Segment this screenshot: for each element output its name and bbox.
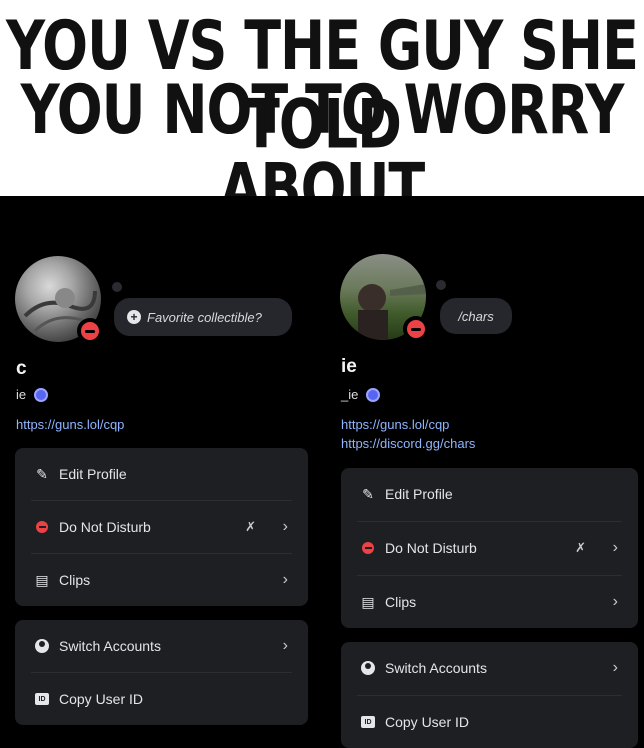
username: _ie <box>341 387 359 402</box>
pencil-icon: ✎ <box>362 485 374 502</box>
status-bubble-text: Favorite collectible? <box>147 309 262 325</box>
edit-profile-item[interactable]: ✎ Edit Profile <box>15 448 308 500</box>
chevron-right-icon: › <box>612 593 618 610</box>
do-not-disturb-item[interactable]: Do Not Disturb ✗ › <box>15 501 308 553</box>
meme-caption: YOU VS THE GUY SHE TOLD YOU NOT TO WORRY… <box>0 0 644 228</box>
clips-label: Clips <box>385 594 417 610</box>
switch-accounts-item[interactable]: Switch Accounts › <box>341 642 638 694</box>
profile-link[interactable]: https://guns.lol/cqp <box>16 417 124 432</box>
status-bubble-text: /chars <box>458 308 494 324</box>
user-circle-icon <box>360 660 376 676</box>
do-not-disturb-label: Do Not Disturb <box>59 519 151 535</box>
username: ie <box>16 387 27 402</box>
profile-link[interactable]: https://guns.lol/cqp <box>341 417 449 432</box>
status-bubble[interactable]: + Favorite collectible? <box>114 298 292 336</box>
display-name: ie <box>341 356 357 377</box>
username-row: _ie <box>341 387 381 402</box>
clips-item[interactable]: ▤ Clips › <box>341 576 638 628</box>
bubble-dot <box>436 280 446 290</box>
edit-profile-label: Edit Profile <box>59 466 127 482</box>
switch-accounts-item[interactable]: Switch Accounts › <box>15 620 308 672</box>
user-circle-icon <box>34 638 50 654</box>
copy-user-id-item[interactable]: ID Copy User ID <box>341 696 638 748</box>
clapperboard-icon: ▤ <box>35 571 49 588</box>
username-row: ie <box>16 387 49 402</box>
right-profile-panel: /chars ie _ie https://guns.lol/cqp https… <box>322 196 644 748</box>
id-icon: ID <box>34 691 50 707</box>
chevron-right-icon: › <box>612 539 618 556</box>
chevron-right-icon: › <box>282 518 288 535</box>
profile-link-discord[interactable]: https://discord.gg/chars <box>341 436 475 451</box>
copy-user-id-label: Copy User ID <box>385 714 470 730</box>
dnd-status-badge <box>77 318 103 344</box>
nitro-badge-icon <box>34 387 49 402</box>
nitro-badge-icon <box>366 387 381 402</box>
bell-off-icon: ✗ <box>575 540 586 555</box>
dnd-status-badge <box>403 316 429 342</box>
menu-card-account: Switch Accounts › ID Copy User ID <box>15 620 308 725</box>
menu-card-account: Switch Accounts › ID Copy User ID <box>341 642 638 748</box>
do-not-disturb-label: Do Not Disturb <box>385 540 477 556</box>
left-profile-panel: + Favorite collectible? c ie https://gun… <box>0 196 322 748</box>
copy-user-id-item[interactable]: ID Copy User ID <box>15 673 308 725</box>
pencil-icon: ✎ <box>36 465 48 482</box>
clips-item[interactable]: ▤ Clips › <box>15 554 308 606</box>
add-icon: + <box>127 310 141 324</box>
switch-accounts-label: Switch Accounts <box>59 638 161 654</box>
id-icon: ID <box>360 714 376 730</box>
chevron-right-icon: › <box>282 637 288 654</box>
chevron-right-icon: › <box>612 659 618 676</box>
clips-label: Clips <box>59 572 91 588</box>
menu-card-main: ✎ Edit Profile Do Not Disturb ✗ › ▤ Clip… <box>341 468 638 628</box>
dnd-icon <box>360 540 376 556</box>
edit-profile-label: Edit Profile <box>385 486 453 502</box>
do-not-disturb-item[interactable]: Do Not Disturb ✗ › <box>341 522 638 574</box>
edit-profile-item[interactable]: ✎ Edit Profile <box>341 468 638 520</box>
dnd-icon <box>34 519 50 535</box>
clapperboard-icon: ▤ <box>361 593 375 610</box>
status-bubble[interactable]: /chars <box>440 298 512 334</box>
bubble-dot <box>112 282 122 292</box>
switch-accounts-label: Switch Accounts <box>385 660 487 676</box>
copy-user-id-label: Copy User ID <box>59 691 144 707</box>
display-name: c <box>16 358 27 379</box>
chevron-right-icon: › <box>282 571 288 588</box>
menu-card-main: ✎ Edit Profile Do Not Disturb ✗ › ▤ Clip… <box>15 448 308 606</box>
bell-off-icon: ✗ <box>245 519 256 534</box>
